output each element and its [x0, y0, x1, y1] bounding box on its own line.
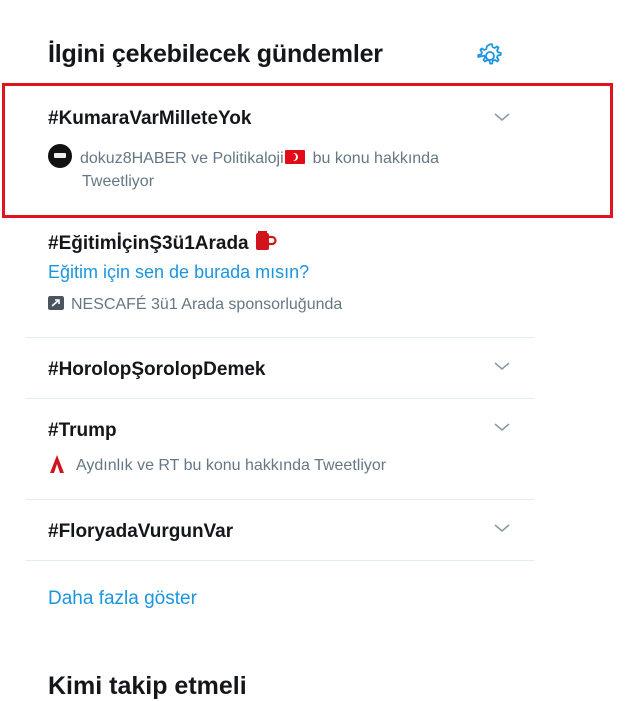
trend-hashtag[interactable]: #Trump — [48, 420, 117, 442]
trend-hashtag[interactable]: #EğitimİçinŞ3ü1Arada — [48, 230, 277, 255]
news-logo-icon — [50, 455, 64, 473]
context-suffix: bu konu hakkında — [312, 150, 439, 167]
trend-context: dokuz8HABER ve Politikaloji bu konu hakkı… — [48, 144, 439, 168]
next-section-title: Kimi takip etmeli — [48, 672, 247, 700]
chevron-down-icon[interactable] — [492, 110, 512, 124]
promoted-by-text: NESCAFÉ 3ü1 Arada sponsorluğunda — [71, 296, 343, 313]
trend-item[interactable]: #HorolopŞorolopDemek — [26, 339, 534, 399]
panel-title: İlgini çekebilecek gündemler — [48, 40, 383, 68]
trend-context: Aydınlık ve RT bu konu hakkında Tweetliy… — [48, 454, 386, 475]
coffee-cup-icon — [255, 231, 277, 250]
trend-hashtag-text: #EğitimİçinŞ3ü1Arada — [48, 233, 249, 254]
chevron-down-icon[interactable] — [492, 420, 512, 434]
trend-hashtag[interactable]: #FloryadaVurgunVar — [48, 521, 233, 543]
promoted-by: NESCAFÉ 3ü1 Arada sponsorluğunda — [48, 296, 342, 314]
gear-icon[interactable] — [474, 40, 506, 72]
turkey-flag-icon — [284, 150, 305, 164]
trend-item[interactable]: #KumaraVarMilleteYok dokuz8HABER ve Poli… — [26, 86, 534, 216]
chevron-down-icon[interactable] — [492, 521, 512, 535]
promoted-icon — [48, 296, 64, 310]
trend-context-line2: Tweetliyor — [82, 173, 155, 190]
trend-description[interactable]: Eğitim için sen de burada mısın? — [48, 262, 309, 283]
trend-hashtag[interactable]: #KumaraVarMilleteYok — [48, 108, 251, 130]
context-text: Aydınlık ve RT bu konu hakkında Tweetliy… — [76, 457, 387, 474]
news-logo-icon — [48, 144, 72, 168]
trend-item[interactable]: #Trump Aydınlık ve RT bu konu hakkında T… — [26, 400, 534, 500]
trend-hashtag[interactable]: #HorolopŞorolopDemek — [48, 359, 265, 381]
trend-item[interactable]: #FloryadaVurgunVar — [26, 501, 534, 561]
show-more-link[interactable]: Daha fazla göster — [48, 588, 197, 610]
trends-panel: İlgini çekebilecek gündemler #KumaraVarM… — [0, 0, 640, 700]
trend-item-promoted[interactable]: #EğitimİçinŞ3ü1Arada Eğitim için sen de … — [26, 218, 534, 338]
chevron-down-icon[interactable] — [492, 359, 512, 373]
context-accounts: dokuz8HABER ve Politikaloji — [80, 150, 284, 167]
